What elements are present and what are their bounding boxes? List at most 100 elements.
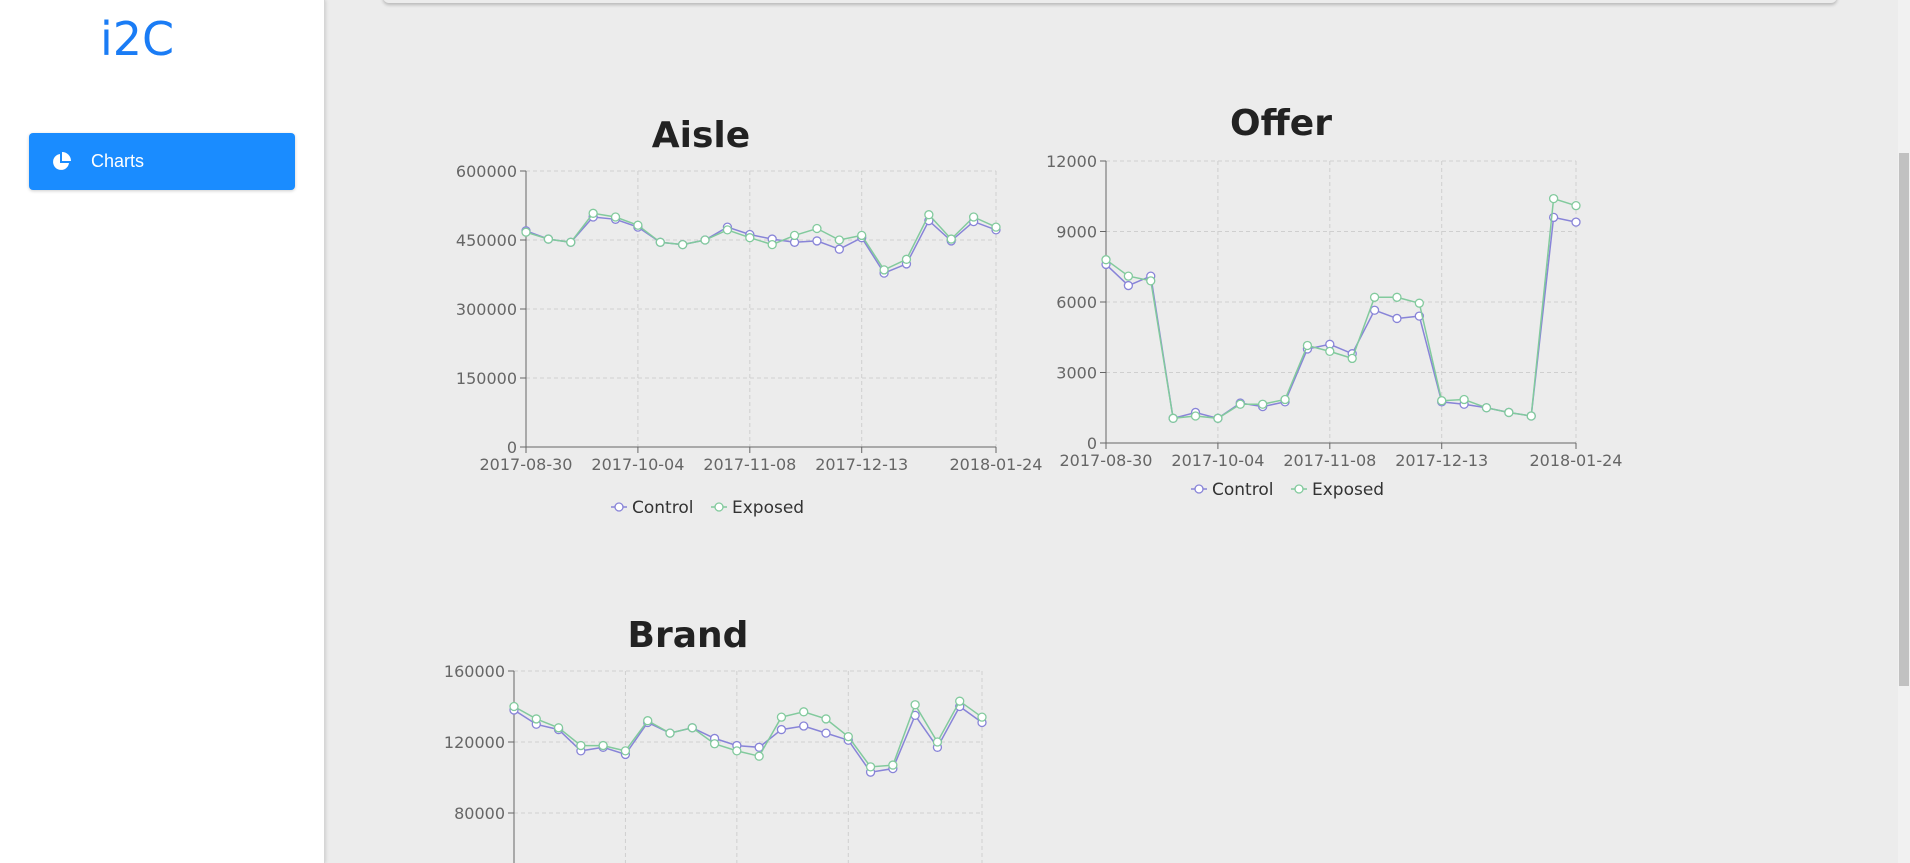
data-point-exposed xyxy=(643,716,653,726)
y-tick-label: 450000 xyxy=(456,231,517,250)
data-point-exposed xyxy=(789,230,800,241)
data-point-exposed xyxy=(1123,271,1134,281)
data-point-exposed xyxy=(1101,255,1111,265)
x-tick-label: 2018-01-24 xyxy=(1530,451,1623,470)
x-tick-label: 2017-08-30 xyxy=(1060,451,1153,470)
legend-marker xyxy=(614,502,624,512)
data-point-exposed xyxy=(901,254,912,264)
data-point-exposed xyxy=(598,740,608,751)
data-point-exposed xyxy=(633,220,643,230)
y-tick-label: 80000 xyxy=(454,804,505,823)
data-point-exposed xyxy=(655,237,665,247)
legend-marker xyxy=(1194,484,1204,494)
data-point-exposed xyxy=(879,265,889,275)
data-point-control xyxy=(1571,217,1581,227)
data-point-exposed xyxy=(1146,276,1156,286)
data-point-exposed xyxy=(1526,411,1536,421)
sidebar: i2C Charts xyxy=(0,0,325,863)
data-point-exposed xyxy=(812,223,822,234)
data-point-exposed xyxy=(843,732,853,742)
x-tick-label: 2017-10-04 xyxy=(1171,451,1264,470)
y-tick-label: 120000 xyxy=(444,733,505,752)
data-point-exposed xyxy=(610,212,621,222)
header-bar xyxy=(383,0,1837,3)
data-point-exposed xyxy=(722,225,733,235)
series-line-control xyxy=(525,216,997,275)
data-point-exposed xyxy=(865,762,876,772)
x-tick-label: 2017-11-08 xyxy=(703,455,796,474)
x-tick-label: 2017-12-13 xyxy=(815,455,908,474)
chart-aisle: Aisle01500003000004500006000002017-08-30… xyxy=(456,115,1043,518)
series-line-control xyxy=(1105,216,1577,420)
data-point-exposed xyxy=(665,728,675,738)
x-tick-label: 2017-11-08 xyxy=(1283,451,1376,470)
data-point-exposed xyxy=(521,227,531,237)
chart-title: Aisle xyxy=(652,115,750,156)
data-point-exposed xyxy=(888,760,898,770)
data-point-exposed xyxy=(531,714,541,724)
data-point-exposed xyxy=(968,212,979,222)
data-point-exposed xyxy=(776,712,787,722)
data-point-exposed xyxy=(1302,340,1313,351)
y-tick-label: 600000 xyxy=(456,162,517,181)
data-point-exposed xyxy=(1325,346,1335,357)
data-point-exposed xyxy=(1437,396,1447,406)
legend-label: Exposed xyxy=(732,498,804,518)
data-point-exposed xyxy=(678,239,688,250)
x-tick-label: 2017-12-13 xyxy=(1395,451,1488,470)
data-point-exposed xyxy=(687,723,697,733)
data-point-exposed xyxy=(732,746,742,756)
data-point-control xyxy=(821,728,831,738)
chart-title: Brand xyxy=(628,615,749,656)
y-tick-label: 300000 xyxy=(456,300,517,319)
legend-marker xyxy=(1294,484,1304,494)
data-point-control xyxy=(1392,313,1402,324)
chart-title: Offer xyxy=(1230,103,1332,144)
legend-label: Control xyxy=(1212,480,1273,500)
data-point-control xyxy=(1123,280,1134,291)
data-point-exposed xyxy=(1571,201,1581,211)
data-point-exposed xyxy=(1504,407,1514,418)
sidebar-item-charts[interactable]: Charts xyxy=(29,133,295,190)
chart-offer: Offer0300060009000120002017-08-30 2017-10… xyxy=(1046,103,1623,500)
series-line-exposed xyxy=(513,700,983,768)
scrollbar-thumb[interactable] xyxy=(1899,153,1909,686)
data-point-control xyxy=(1369,305,1380,315)
data-point-exposed xyxy=(1190,411,1201,421)
data-point-exposed xyxy=(709,739,720,749)
data-point-exposed xyxy=(834,235,844,245)
x-tick-label: 2017-10-04 xyxy=(591,455,684,474)
data-point-exposed xyxy=(955,696,965,706)
data-point-exposed xyxy=(588,208,598,218)
data-point-exposed xyxy=(553,723,564,733)
y-tick-label: 12000 xyxy=(1046,152,1097,171)
data-point-exposed xyxy=(566,237,576,247)
x-tick-label: 2017-08-30 xyxy=(480,455,573,474)
series-line-exposed xyxy=(525,212,997,271)
sidebar-item-label: Charts xyxy=(91,151,145,171)
data-point-exposed xyxy=(1213,413,1223,423)
data-point-exposed xyxy=(946,234,956,244)
data-point-control xyxy=(799,721,809,731)
pie-chart-icon xyxy=(53,152,71,170)
data-point-exposed xyxy=(1414,298,1424,308)
data-point-exposed xyxy=(924,210,934,220)
data-point-exposed xyxy=(754,751,764,761)
data-point-exposed xyxy=(543,234,554,244)
data-point-exposed xyxy=(620,746,631,756)
app-logo[interactable]: i2C xyxy=(100,12,174,66)
y-tick-label: 160000 xyxy=(444,662,505,681)
data-point-exposed xyxy=(509,701,519,712)
legend-label: Control xyxy=(632,498,693,518)
data-point-exposed xyxy=(576,740,586,751)
data-point-exposed xyxy=(1459,394,1469,405)
data-point-exposed xyxy=(1258,399,1268,409)
data-point-exposed xyxy=(857,230,867,241)
data-point-exposed xyxy=(799,707,809,717)
legend-label: Exposed xyxy=(1312,480,1384,500)
data-point-exposed xyxy=(1548,193,1559,204)
data-point-exposed xyxy=(932,737,943,747)
chart-brand: Brand 80000 120000 160000 xyxy=(444,615,987,863)
data-point-exposed xyxy=(1280,394,1290,405)
data-point-exposed xyxy=(1347,353,1357,364)
